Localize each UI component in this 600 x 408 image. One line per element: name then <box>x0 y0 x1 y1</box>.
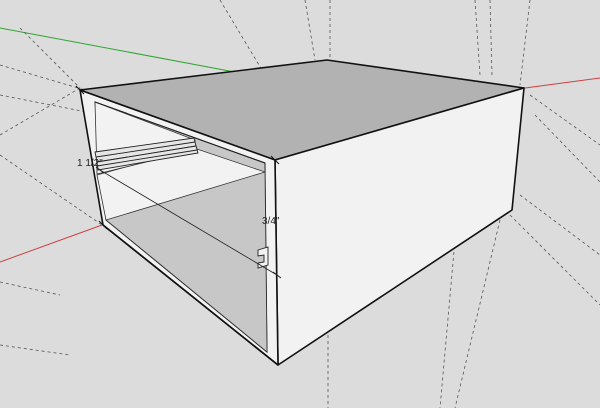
3d-scene[interactable]: 1 1/2" 3/4" <box>0 0 600 408</box>
dimension-label-left[interactable]: 1 1/2" <box>77 158 103 169</box>
red-axis-line-right <box>524 77 600 89</box>
green-axis-line <box>0 27 241 74</box>
dimension-label-center[interactable]: 3/4" <box>262 216 280 227</box>
modeling-viewport[interactable]: 1 1/2" 3/4" <box>0 0 600 408</box>
red-axis-line <box>0 224 103 263</box>
